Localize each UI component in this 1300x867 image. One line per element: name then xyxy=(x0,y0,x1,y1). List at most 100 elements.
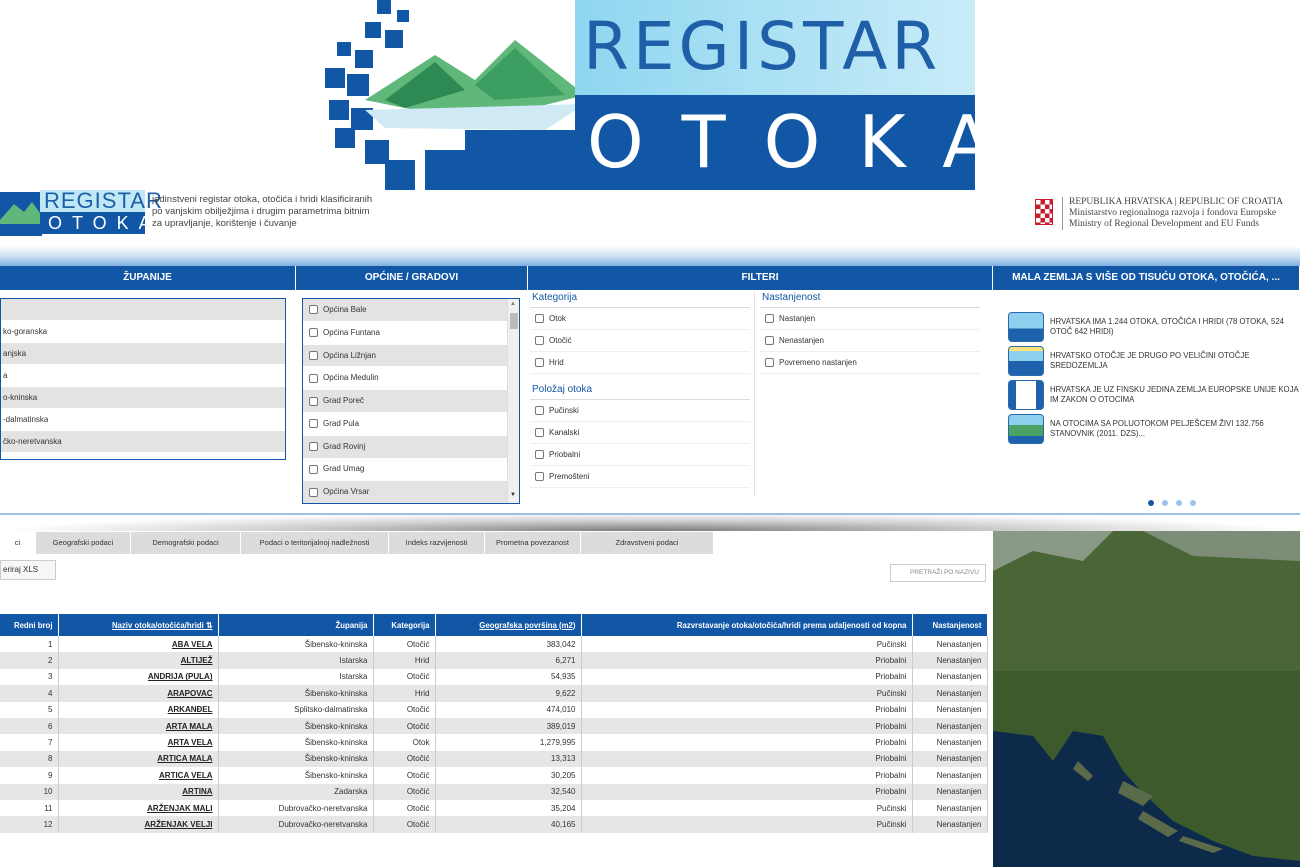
municipality-item[interactable]: Općina Ližnjan xyxy=(303,344,519,368)
logo-small-otoka: OTOKA xyxy=(40,212,151,234)
cell-naziv[interactable]: ANDRIJA (PULA) xyxy=(58,668,219,686)
fact-item[interactable]: HRVATSKA JE UZ FINSKU JEDINA ZEMLJA EURO… xyxy=(1008,378,1300,411)
county-item[interactable]: ko-goranska xyxy=(1,321,285,343)
export-xls-button[interactable]: eriraj XLS xyxy=(0,560,56,580)
cell-naziv[interactable]: ARTINA xyxy=(58,783,219,800)
filter-option[interactable]: Nenastanjen xyxy=(760,330,980,352)
checkbox[interactable] xyxy=(765,336,774,345)
county-item[interactable]: -dalmatinska xyxy=(1,409,285,431)
filter-option[interactable]: Otok xyxy=(530,308,750,330)
municipality-item[interactable]: Grad Umag xyxy=(303,459,519,482)
col-redni-broj: Redni broj xyxy=(0,614,59,636)
table-row: 1 ABA VELA Šibensko-kninska Otočić 383,042 Pu… xyxy=(0,636,988,653)
filter-option[interactable]: Hrid xyxy=(530,352,750,374)
tab-osnovni[interactable]: ci xyxy=(0,532,36,554)
filter-option[interactable]: Pučinski xyxy=(530,400,750,422)
tab-promet[interactable]: Prometna povezanost xyxy=(485,532,581,554)
county-item[interactable]: čko-neretvanska xyxy=(1,431,285,453)
checkbox[interactable] xyxy=(535,336,544,345)
county-item[interactable]: o-kninska xyxy=(1,387,285,409)
municipality-item[interactable]: Grad Rovinj xyxy=(303,435,519,459)
tab-zdravstveni[interactable]: Zdravstveni podaci xyxy=(581,532,714,554)
cell-naziv[interactable]: ARAPOVAC xyxy=(58,685,219,702)
cell-naziv[interactable]: ARTICA VELA xyxy=(58,767,219,784)
tab-geografski[interactable]: Geografski podaci xyxy=(36,532,131,554)
cell-razvrstavanje: Priobalni xyxy=(581,750,913,768)
ministry-logo[interactable]: REPUBLIKA HRVATSKA | REPUBLIC OF CROATIA… xyxy=(1035,197,1300,237)
checkbox[interactable] xyxy=(309,419,318,429)
cell-naziv[interactable]: ARKANĐEL xyxy=(58,701,219,718)
filter-option[interactable]: Nastanjen xyxy=(760,308,980,330)
carousel-dot[interactable] xyxy=(1190,500,1196,506)
municipality-label: Grad Rovinj xyxy=(323,441,366,451)
checkbox[interactable] xyxy=(309,350,318,360)
cell-naziv[interactable]: ARTA MALA xyxy=(58,717,219,735)
municipality-scrollbar[interactable]: ▲ ▼ xyxy=(507,299,519,503)
cell-naziv[interactable]: ABA VELA xyxy=(58,636,219,653)
county-item[interactable] xyxy=(1,299,285,321)
checkbox[interactable] xyxy=(309,464,318,474)
register-logo-small[interactable]: REGISTAR OTOKA xyxy=(0,190,162,240)
checkbox[interactable] xyxy=(765,358,774,367)
tab-teritorijalni[interactable]: Podaci o teritorijalnoj nadležnosti xyxy=(241,532,389,554)
checkbox[interactable] xyxy=(309,305,318,315)
col-povrsina-sortable[interactable]: Geografska površina (m2) xyxy=(435,614,582,636)
cell-naziv[interactable]: ARTA VELA xyxy=(58,734,219,751)
filter-option[interactable]: Otočić xyxy=(530,330,750,352)
carousel-dot[interactable] xyxy=(1148,500,1154,506)
cell-naziv[interactable]: ARŽENJAK MALI xyxy=(58,799,219,817)
col-naziv-sortable[interactable]: Naziv otoka/otočića/hridi ⇅ xyxy=(58,614,219,636)
panel-header-zupanije: ŽUPANIJE xyxy=(0,266,296,290)
municipality-item[interactable]: Grad Pula xyxy=(303,413,519,436)
cell-povrsina: 13,313 xyxy=(435,750,582,768)
checkbox[interactable] xyxy=(535,428,544,437)
table-row: 3 ANDRIJA (PULA) Istarska Otočić 54,935 Priob… xyxy=(0,668,988,686)
cell-razvrstavanje: Priobalni xyxy=(581,783,913,800)
checkbox[interactable] xyxy=(535,314,544,323)
cell-naziv[interactable]: ARŽENJAK VELJI xyxy=(58,816,219,833)
municipality-item[interactable]: Općina Bale xyxy=(303,299,519,322)
filter-option[interactable]: Premošteni xyxy=(530,466,750,488)
municipality-item[interactable]: Općina Medulin xyxy=(303,367,519,391)
carousel-dot[interactable] xyxy=(1176,500,1182,506)
checkbox[interactable] xyxy=(309,487,318,497)
checkbox[interactable] xyxy=(535,358,544,367)
checkbox[interactable] xyxy=(309,373,318,383)
tagline-line: za upravljanje, korištenje i čuvanje xyxy=(152,218,297,229)
filter-option[interactable]: Kanalski xyxy=(530,422,750,444)
checkbox[interactable] xyxy=(309,396,318,406)
checkbox[interactable] xyxy=(309,328,318,338)
filter-option[interactable]: Priobalni xyxy=(530,444,750,466)
checkbox[interactable] xyxy=(535,406,544,415)
municipality-item[interactable]: Grad Poreč xyxy=(303,390,519,413)
fact-item[interactable]: NA OTOCIMA SA POLUOTOKOM PELJEŠCEM ŽIVI … xyxy=(1008,412,1300,445)
fact-text: HRVATSKO OTOČJE JE DRUGO PO VELIČINI OTO… xyxy=(1050,350,1250,370)
search-by-name-input[interactable]: PRETRAŽI PO NAZIVU xyxy=(890,564,986,582)
cell-naziv[interactable]: ARTICA MALA xyxy=(58,750,219,768)
satellite-map[interactable] xyxy=(993,531,1300,867)
cell-naziv[interactable]: ALTIJEŽ xyxy=(58,652,219,669)
filter-option[interactable]: Povremeno nastanjen xyxy=(760,352,980,374)
carousel-dot[interactable] xyxy=(1162,500,1168,506)
checkbox[interactable] xyxy=(309,442,318,452)
fact-item[interactable]: HRVATSKA IMA 1.244 OTOKA, OTOČIĆA I HRID… xyxy=(1008,310,1300,343)
scroll-down-icon[interactable]: ▼ xyxy=(510,492,516,498)
scrollbar-thumb[interactable] xyxy=(510,313,518,329)
checkbox[interactable] xyxy=(535,450,544,459)
municipality-label: Općina Funtana xyxy=(323,327,380,337)
tab-demografski[interactable]: Demografski podaci xyxy=(131,532,241,554)
municipality-item[interactable]: Općina Funtana xyxy=(303,322,519,345)
municipality-list[interactable]: Općina Bale Općina Funtana Općina Ližnja… xyxy=(302,298,520,504)
county-item[interactable]: a xyxy=(1,365,285,387)
cell-nastanjenost: Nenastanjen xyxy=(912,717,988,735)
county-list[interactable]: ko-goranska anjska a o-kninska -dalmatin… xyxy=(0,298,286,460)
county-item[interactable]: anjska xyxy=(1,343,285,365)
cell-zupanija: Šibensko-kninska xyxy=(218,636,374,653)
municipality-item[interactable]: Općina Vrsar xyxy=(303,481,519,503)
tab-indeks[interactable]: Indeks razvijenosti xyxy=(389,532,485,554)
fact-item[interactable]: HRVATSKO OTOČJE JE DRUGO PO VELIČINI OTO… xyxy=(1008,344,1300,377)
scroll-up-icon[interactable]: ▲ xyxy=(510,301,516,307)
checkbox[interactable] xyxy=(535,472,544,481)
municipality-label: Općina Bale xyxy=(323,304,367,314)
checkbox[interactable] xyxy=(765,314,774,323)
